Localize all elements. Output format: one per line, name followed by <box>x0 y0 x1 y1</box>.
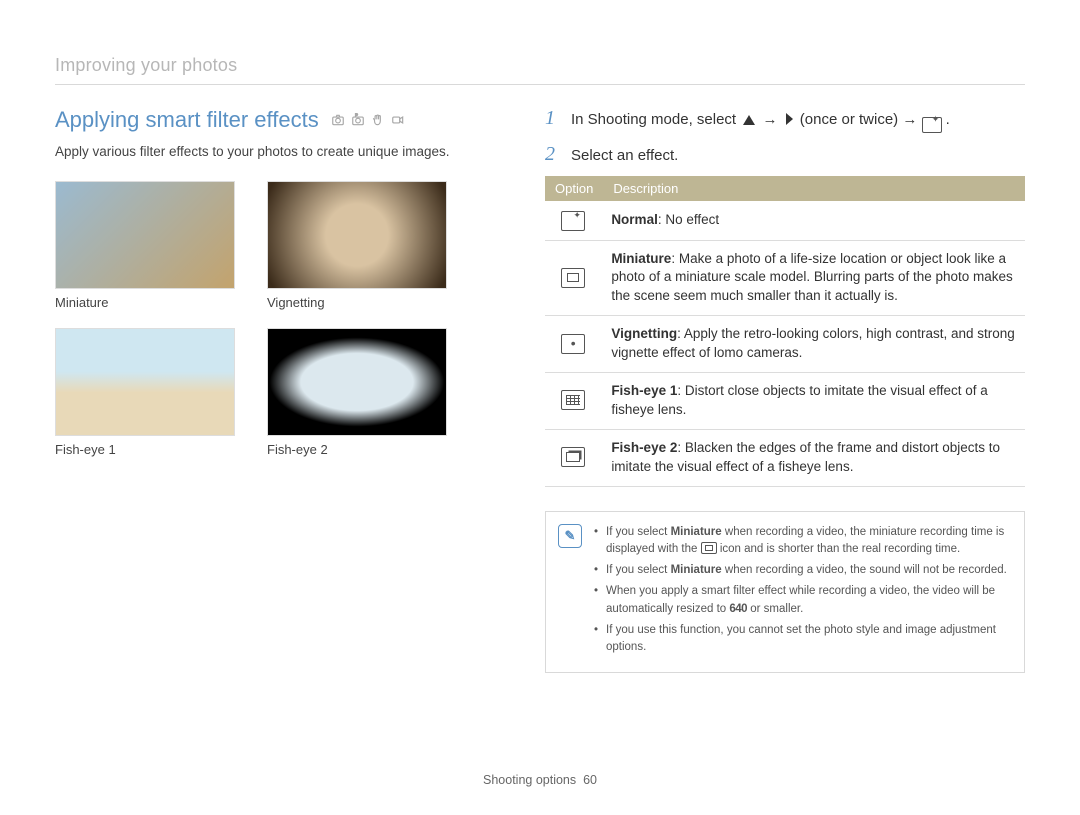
step1-end: . <box>946 111 950 128</box>
opt-title: Fish-eye 2 <box>611 440 677 455</box>
hand-icon <box>371 113 385 127</box>
svg-text:P: P <box>355 113 358 118</box>
normal-filter-icon <box>922 117 942 133</box>
note-item: If you select Miniature when recording a… <box>594 524 1008 559</box>
step1-prefix: In Shooting mode, select <box>571 111 740 128</box>
note-icon: ✎ <box>558 524 582 548</box>
fisheye2-icon <box>561 447 585 467</box>
opt-title: Miniature <box>611 251 671 266</box>
table-row: Fish-eye 2: Blacken the edges of the fra… <box>545 429 1025 486</box>
caption-fisheye2: Fish-eye 2 <box>267 442 447 457</box>
sample-vignetting: Vignetting <box>267 181 447 310</box>
miniature-inline-icon <box>701 542 717 554</box>
table-row: Miniature: Make a photo of a life-size l… <box>545 240 1025 316</box>
up-arrow-icon <box>742 114 756 126</box>
right-chevron-icon <box>784 112 794 126</box>
opt-title: Normal <box>611 212 658 227</box>
vignetting-icon <box>561 334 585 354</box>
table-row: Fish-eye 1: Distort close objects to imi… <box>545 373 1025 430</box>
sample-grid: Miniature Vignetting Fish-eye 1 Fish-eye… <box>55 181 485 457</box>
divider <box>55 84 1025 85</box>
mode-icons: P <box>331 113 405 127</box>
note-item: When you apply a smart filter effect whi… <box>594 583 1008 618</box>
caption-miniature: Miniature <box>55 295 235 310</box>
sample-miniature: Miniature <box>55 181 235 310</box>
camera-icon <box>331 113 345 127</box>
caption-vignetting: Vignetting <box>267 295 447 310</box>
opt-title: Fish-eye 1 <box>611 383 677 398</box>
step1-once: (once or twice) → <box>800 111 922 128</box>
caption-fisheye1: Fish-eye 1 <box>55 442 235 457</box>
video-icon <box>391 113 405 127</box>
section-title-text: Applying smart filter effects <box>55 107 319 133</box>
th-description: Description <box>603 176 1025 201</box>
miniature-icon <box>561 268 585 288</box>
intro-text: Apply various filter effects to your pho… <box>55 143 485 161</box>
sample-fisheye1: Fish-eye 1 <box>55 328 235 457</box>
thumbnail-miniature <box>55 181 235 289</box>
table-row: Vignetting: Apply the retro-looking colo… <box>545 316 1025 373</box>
th-option: Option <box>545 176 603 201</box>
opt-desc: : No effect <box>658 212 719 227</box>
note-item: If you select Miniature when recording a… <box>594 562 1008 579</box>
note-box: ✎ If you select Miniature when recording… <box>545 511 1025 674</box>
step-number: 1 <box>545 107 561 130</box>
footer-page: 60 <box>583 773 597 787</box>
section-title: Applying smart filter effects P <box>55 107 405 133</box>
thumbnail-vignetting <box>267 181 447 289</box>
table-row: Normal: No effect <box>545 201 1025 240</box>
step-2: 2 Select an effect. <box>545 143 1025 167</box>
fisheye1-icon <box>561 390 585 410</box>
opt-desc: : Make a photo of a life-size location o… <box>611 251 1012 304</box>
step-1: 1 In Shooting mode, select → (once or tw… <box>545 107 1025 133</box>
note-item: If you use this function, you cannot set… <box>594 622 1008 657</box>
step-2-text: Select an effect. <box>571 145 678 167</box>
thumbnail-fisheye1 <box>55 328 235 436</box>
normal-icon <box>561 211 585 231</box>
thumbnail-fisheye2 <box>267 328 447 436</box>
sample-fisheye2: Fish-eye 2 <box>267 328 447 457</box>
step1-arrow1: → <box>762 111 781 128</box>
opt-title: Vignetting <box>611 326 677 341</box>
footer-section: Shooting options <box>483 773 576 787</box>
camera-p-icon: P <box>351 113 365 127</box>
breadcrumb: Improving your photos <box>55 55 1025 76</box>
step-number: 2 <box>545 143 561 166</box>
footer: Shooting options 60 <box>0 773 1080 787</box>
options-table: Option Description Normal: No effect Min… <box>545 176 1025 486</box>
step-1-text: In Shooting mode, select → (once or twic… <box>571 109 950 133</box>
res-640-icon: 640 <box>729 603 747 615</box>
